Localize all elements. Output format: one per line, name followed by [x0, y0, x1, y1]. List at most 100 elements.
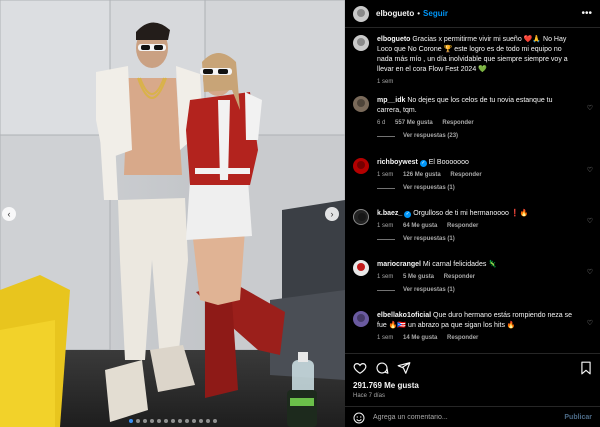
view-replies-label: Ver respuestas (1): [403, 185, 455, 191]
slide-dot: [170, 419, 175, 423]
post-photo[interactable]: ‹ ›: [0, 0, 345, 427]
post-actions: 291.769 Me gusta Hace 7 días Publicar: [345, 353, 600, 427]
slide-dot: [156, 419, 161, 423]
comment-input[interactable]: [373, 414, 523, 421]
comment-likes[interactable]: 126 Me gusta: [403, 172, 441, 178]
photo-image: [0, 0, 345, 427]
list-item: mp__idk No dejes que los celos de tu nov…: [353, 96, 593, 139]
comment-time: 1 sem: [377, 335, 394, 341]
add-comment-bar: Publicar: [345, 406, 600, 427]
avatar[interactable]: [353, 209, 369, 225]
comment-username[interactable]: k.baez_: [377, 210, 402, 217]
view-replies-button[interactable]: Ver respuestas (23): [377, 133, 593, 139]
caption-meta: 1 sem: [377, 79, 593, 85]
view-replies-button[interactable]: Ver respuestas (1): [377, 287, 593, 293]
slide-dot: [163, 419, 168, 423]
comment-username[interactable]: elbellako1oficial: [377, 312, 431, 319]
comment-body: k.baez_ ✓ Orgulloso de ti mi hermanoooo …: [377, 209, 577, 219]
comment-likes[interactable]: 64 Me gusta: [403, 223, 437, 229]
comment-time: 1 sem: [377, 172, 394, 178]
heart-icon[interactable]: [353, 361, 367, 375]
more-horizontal-icon[interactable]: •••: [581, 8, 592, 19]
reply-button[interactable]: Responder: [447, 223, 478, 229]
avatar[interactable]: [353, 158, 369, 174]
comment-username[interactable]: mariocrangel: [377, 261, 421, 268]
verified-badge-icon: ✓: [404, 211, 412, 218]
comment-time: 1 sem: [377, 274, 394, 280]
slide-dot: [142, 419, 147, 423]
avatar[interactable]: [353, 5, 369, 22]
share-icon[interactable]: [397, 361, 411, 375]
avatar[interactable]: [353, 311, 369, 327]
caption: elbogueto Gracias x permitirme vivir mi …: [353, 35, 593, 85]
separator-dot: •: [417, 9, 421, 18]
reply-button[interactable]: Responder: [442, 120, 473, 126]
view-replies-label: Ver respuestas (1): [403, 236, 455, 242]
heart-icon[interactable]: ♡: [587, 104, 593, 112]
comment-likes[interactable]: 14 Me gusta: [403, 335, 437, 341]
avatar[interactable]: [353, 96, 369, 112]
publish-button[interactable]: Publicar: [564, 414, 592, 421]
slide-indicator: [0, 419, 345, 423]
reply-button[interactable]: Responder: [444, 274, 475, 280]
avatar[interactable]: [353, 35, 369, 51]
comment-meta: 1 sem 64 Me gusta Responder: [377, 223, 593, 229]
comment-username[interactable]: richboywest: [377, 159, 418, 166]
verified-badge-icon: ✓: [419, 160, 427, 167]
follow-button[interactable]: Seguir: [423, 9, 448, 18]
slide-dot: [184, 419, 189, 423]
caption-time: 1 sem: [377, 79, 394, 85]
slide-dot: [177, 419, 182, 423]
comment-body: mariocrangel Mi carnal felicidades 🦎: [377, 260, 577, 270]
heart-icon[interactable]: ♡: [587, 217, 593, 225]
caption-username[interactable]: elbogueto: [377, 36, 410, 43]
previous-slide-button[interactable]: ‹: [2, 207, 16, 221]
slide-dot: [149, 419, 154, 423]
comment-text: Mi carnal felicidades 🦎: [422, 261, 497, 268]
comment-body: elbellako1oficial Que duro hermano estás…: [377, 311, 577, 331]
comment-username[interactable]: mp__idk: [377, 97, 405, 104]
comment-body: richboywest ✓ El Booooooo: [377, 158, 577, 168]
comment-likes[interactable]: 557 Me gusta: [395, 120, 433, 126]
reply-button[interactable]: Responder: [447, 335, 478, 341]
heart-icon[interactable]: ♡: [587, 268, 593, 276]
emoji-icon[interactable]: [353, 412, 365, 424]
avatar[interactable]: [353, 260, 369, 276]
comment-meta: 1 sem 126 Me gusta Responder: [377, 172, 593, 178]
comments-list[interactable]: elbogueto Gracias x permitirme vivir mi …: [345, 29, 600, 353]
comment-likes[interactable]: 5 Me gusta: [403, 274, 434, 280]
caption-body: elbogueto Gracias x permitirme vivir mi …: [377, 35, 577, 75]
post-header: elbogueto • Seguir •••: [345, 0, 600, 28]
slide-dot: [212, 419, 217, 423]
bookmark-icon[interactable]: [580, 361, 592, 375]
slide-dot: [205, 419, 210, 423]
slide-dot: [128, 419, 133, 423]
comment-text: Orgulloso de ti mi hermanoooo ❗🔥: [413, 210, 529, 217]
reply-button[interactable]: Responder: [450, 172, 481, 178]
next-slide-button[interactable]: ›: [325, 207, 339, 221]
list-item: mariocrangel Mi carnal felicidades 🦎 1 s…: [353, 260, 593, 293]
action-buttons: [353, 361, 411, 375]
heart-icon[interactable]: ♡: [587, 319, 593, 327]
comment-meta: 6 d 557 Me gusta Responder: [377, 120, 593, 126]
comment-time: 1 sem: [377, 223, 394, 229]
list-item: elbellako1oficial Que duro hermano estás…: [353, 311, 593, 341]
list-item: richboywest ✓ El Booooooo 1 sem 126 Me g…: [353, 158, 593, 191]
view-replies-button[interactable]: Ver respuestas (1): [377, 185, 593, 191]
view-replies-label: Ver respuestas (1): [403, 287, 455, 293]
chevron-right-icon: ›: [330, 209, 334, 219]
comment-time: 6 d: [377, 120, 386, 126]
comment-icon[interactable]: [375, 361, 389, 375]
heart-icon[interactable]: ♡: [587, 166, 593, 174]
comment-text: El Booooooo: [428, 159, 469, 166]
post-side-panel: elbogueto • Seguir ••• elbogueto Gracias…: [345, 0, 600, 427]
post-author-username[interactable]: elbogueto: [376, 9, 414, 18]
comment-meta: 1 sem 14 Me gusta Responder: [377, 335, 593, 341]
view-replies-button[interactable]: Ver respuestas (1): [377, 236, 593, 242]
likes-count[interactable]: 291.769 Me gusta: [353, 381, 419, 390]
list-item: k.baez_ ✓ Orgulloso de ti mi hermanoooo …: [353, 209, 593, 242]
slide-dot: [198, 419, 203, 423]
slide-dot: [191, 419, 196, 423]
chevron-left-icon: ‹: [7, 209, 11, 219]
slide-dot: [135, 419, 140, 423]
